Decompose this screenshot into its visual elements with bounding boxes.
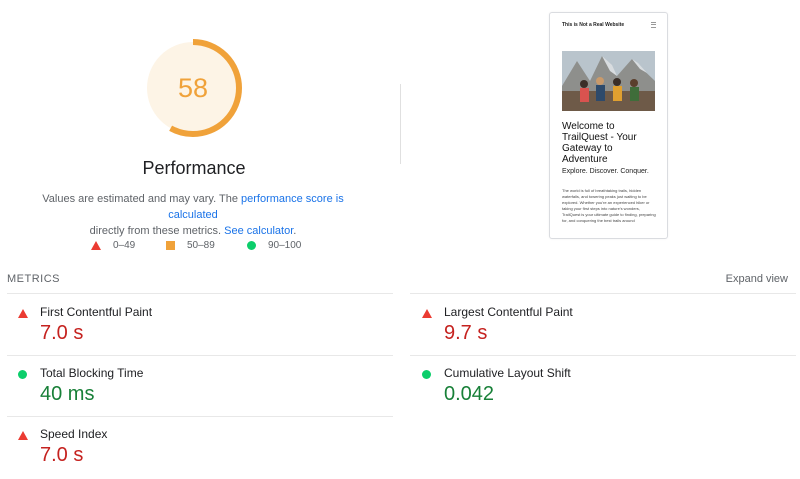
preview-tagline: Explore. Discover. Conquer. [562, 168, 649, 175]
legend-range: 90–100 [268, 240, 302, 251]
divider [7, 416, 393, 417]
metric-value: 40 ms [40, 383, 95, 405]
performance-title: Performance [142, 158, 246, 178]
metric-value: 7.0 s [40, 444, 84, 466]
description-text-2: directly from these metrics. [89, 225, 225, 237]
metrics-section-label: METRICS [7, 273, 60, 285]
divider [7, 293, 393, 294]
green-circle-icon [18, 370, 27, 379]
green-circle-icon [247, 241, 256, 250]
legend-fail: 0–49 [91, 240, 135, 251]
hamburger-menu-icon [651, 22, 656, 28]
legend-range: 0–49 [113, 240, 136, 251]
metric-value: 0.042 [444, 383, 495, 405]
preview-heading: Welcome to TrailQuest - Your Gateway to … [562, 121, 637, 165]
metric-name: Cumulative Layout Shift [444, 366, 571, 380]
metric-name: Total Blocking Time [40, 366, 144, 380]
red-triangle-icon [18, 431, 28, 440]
preview-body-text: The world is full of breathtaking trails… [562, 188, 656, 223]
preview-site-header: This is Not a Real Website [562, 22, 625, 28]
metric-value: 7.0 s [40, 322, 84, 344]
description-text-3: . [293, 225, 297, 237]
red-triangle-icon [422, 309, 432, 318]
performance-description: Values are estimated and may vary. The p… [20, 191, 366, 239]
divider [410, 293, 796, 294]
metric-name: First Contentful Paint [40, 305, 153, 319]
divider [410, 355, 796, 356]
expand-view-toggle[interactable]: Expand view [726, 273, 788, 285]
divider [400, 84, 401, 164]
metric-name: Speed Index [40, 427, 108, 441]
green-circle-icon [422, 370, 431, 379]
red-triangle-icon [91, 241, 101, 250]
metric-name: Largest Contentful Paint [444, 305, 573, 319]
description-text-1: Values are estimated and may vary. The [42, 193, 241, 205]
page-screenshot-preview[interactable]: This is Not a Real Website Welcome to Tr… [549, 12, 668, 239]
red-triangle-icon [18, 309, 28, 318]
metric-value: 9.7 s [444, 322, 488, 344]
legend-average: 50–89 [166, 240, 215, 251]
divider [7, 355, 393, 356]
orange-square-icon [166, 241, 175, 250]
legend-range: 50–89 [187, 240, 215, 251]
hikers-photo [562, 51, 655, 111]
see-calculator-link[interactable]: See calculator [224, 225, 293, 237]
legend-pass: 90–100 [247, 240, 301, 251]
performance-score: 58 [177, 73, 209, 103]
